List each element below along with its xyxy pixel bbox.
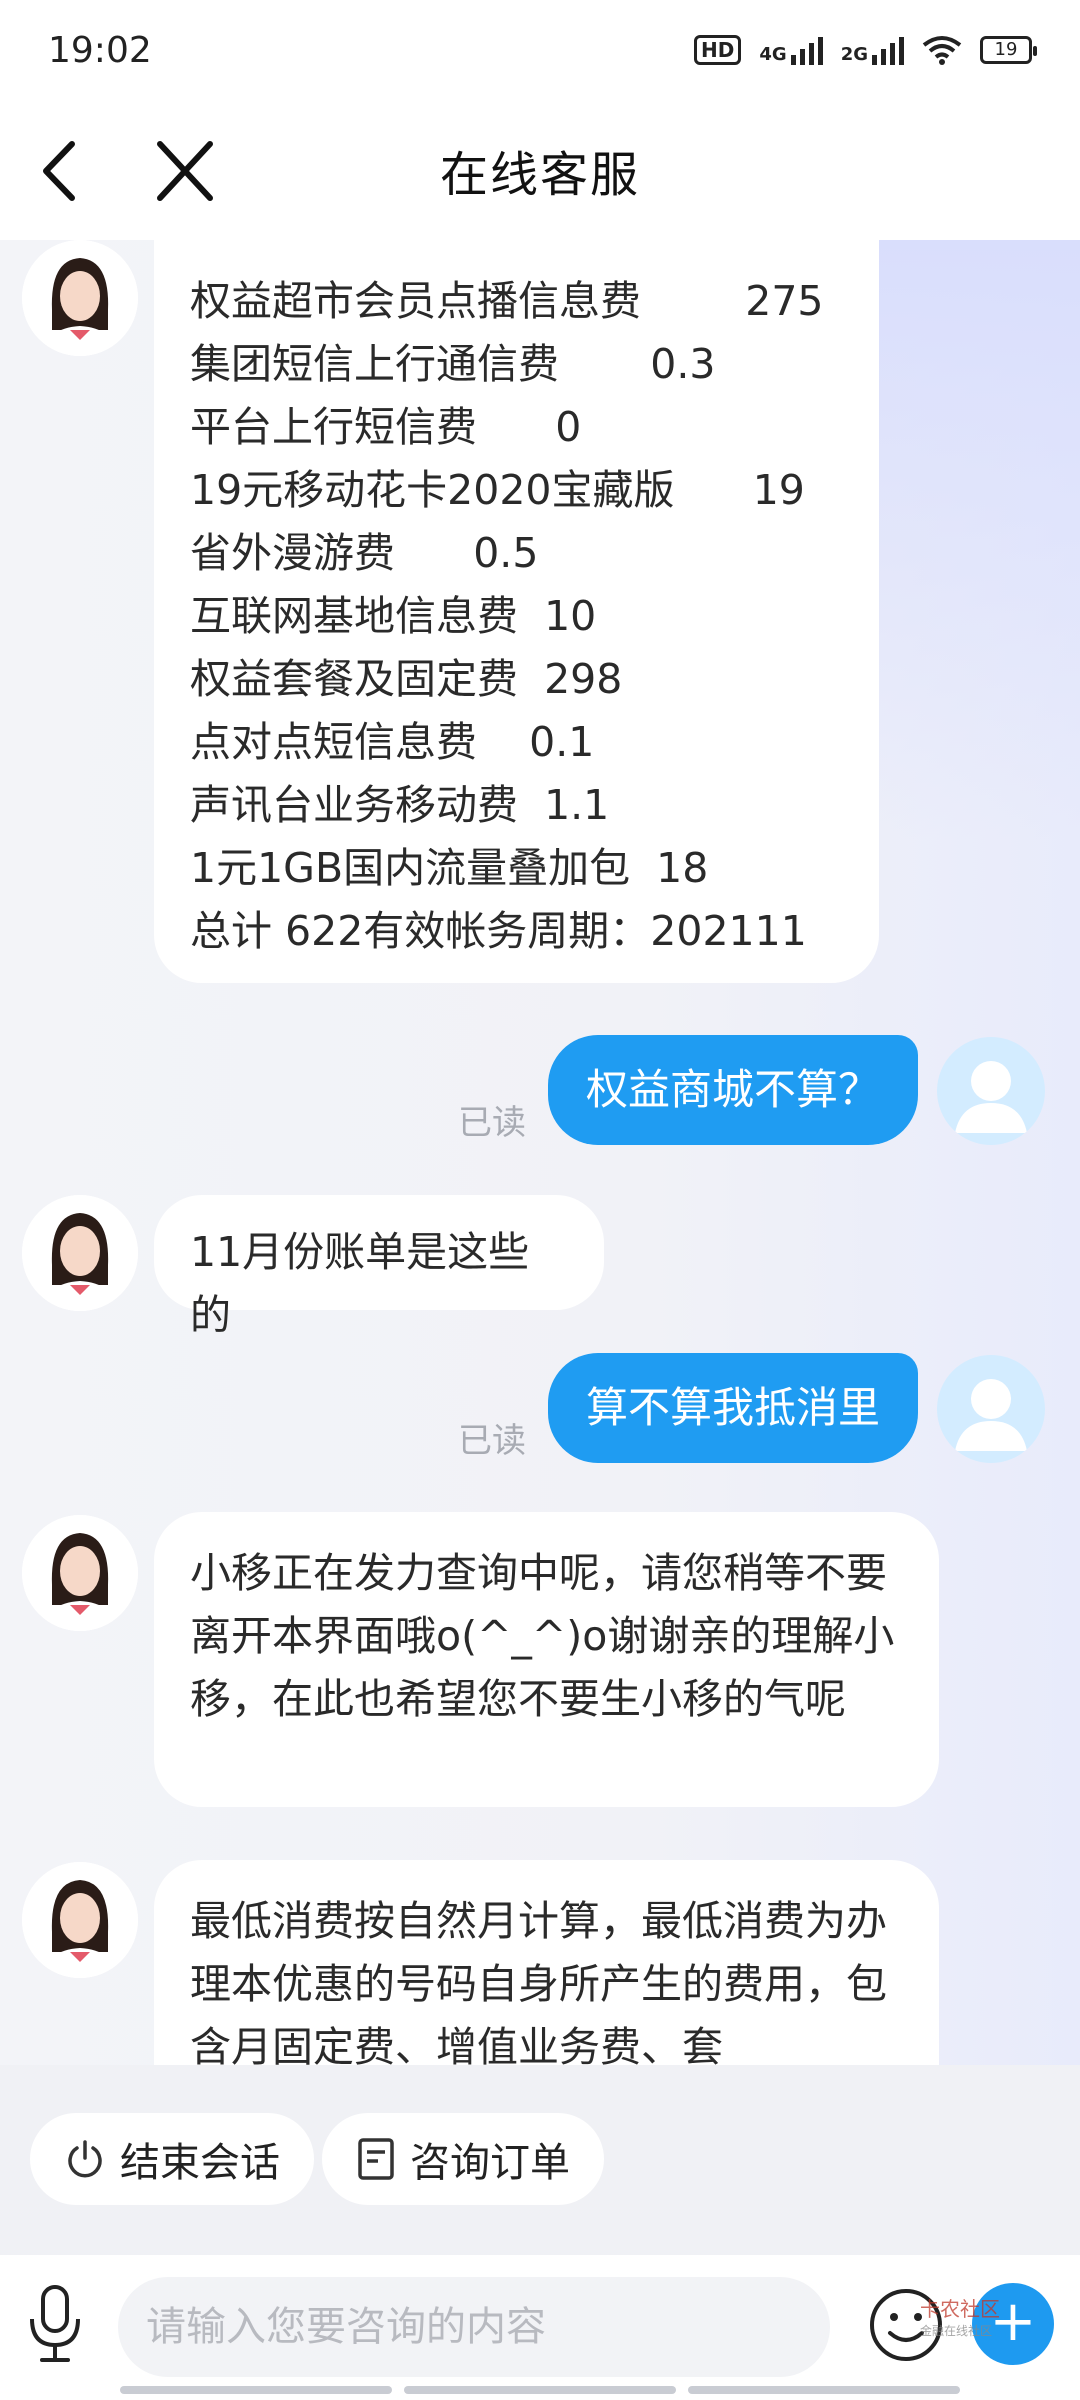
chevron-left-icon[interactable] — [30, 136, 100, 206]
bill-line-item: 点对点短信息费 0.1 — [190, 718, 595, 766]
document-icon — [358, 2138, 394, 2180]
status-bar: 19:02 HD 4G 2G 19 — [0, 0, 1080, 100]
end-chat-button[interactable]: 结束会话 — [30, 2113, 314, 2205]
read-receipt: 已读 — [458, 1103, 526, 1143]
agent-avatar — [22, 240, 138, 356]
network-2g-icon: 2G — [841, 35, 904, 65]
battery-icon: 19 — [980, 36, 1037, 64]
message-input[interactable] — [118, 2277, 830, 2377]
bill-line-item: 权益套餐及固定费 298 — [190, 655, 623, 703]
status-icons: HD 4G 2G 19 — [694, 35, 1037, 65]
power-icon — [68, 2140, 102, 2178]
user-message-bubble: 算不算我抵消里 — [548, 1353, 919, 1463]
agent-message-bubble: 11月份账单是这些的 — [154, 1195, 604, 1339]
bill-line-item: 1元1GB国内流量叠加包 18 — [190, 844, 709, 892]
wifi-icon — [922, 36, 962, 65]
agent-message-bubble: 最低消费按自然月计算，最低消费为办理本优惠的号码自身所产生的费用，包含月固定费、… — [154, 1860, 939, 2065]
order-query-label: 咨询订单 — [410, 2140, 570, 2186]
input-bar: + — [0, 2255, 1080, 2400]
home-indicator — [120, 2386, 960, 2394]
bill-line-item: 总计 622有效帐务周期：202111 — [190, 907, 807, 955]
bill-line-item: 互联网基地信息费 10 — [190, 592, 597, 640]
user-message-bubble: 权益商城不算？ — [548, 1035, 919, 1145]
bill-line-item: 平台上行短信费 0 — [190, 403, 582, 451]
header: 在线客服 — [0, 100, 1080, 240]
read-receipt: 已读 — [458, 1421, 526, 1461]
close-icon[interactable] — [150, 136, 220, 206]
bill-line-item: 省外漫游费 0.5 — [190, 529, 539, 577]
agent-avatar — [22, 1515, 138, 1631]
bill-line-item: 声讯台业务移动费 1.1 — [190, 781, 610, 829]
bill-list: 权益超市会员点播信息费 275 集团短信上行通信费 0.3 平台上行短信费 0 19元… — [190, 270, 843, 963]
agent-message-bubble: 小移正在发力查询中呢，请您稍等不要离开本界面哦o(^_^)o谢谢亲的理解小移，在… — [154, 1512, 939, 1807]
order-query-button[interactable]: 咨询订单 — [322, 2113, 604, 2205]
user-avatar — [937, 1037, 1045, 1145]
microphone-icon[interactable] — [24, 2283, 86, 2365]
user-avatar — [937, 1355, 1045, 1463]
watermark-logo: 卡农社区 金融在线社区 — [920, 2297, 1000, 2338]
bill-line-item: 权益超市会员点播信息费 275 — [190, 277, 824, 325]
end-chat-label: 结束会话 — [120, 2140, 280, 2186]
quick-actions-bar: 结束会话 咨询订单 — [0, 2065, 1080, 2255]
agent-avatar — [22, 1862, 138, 1978]
chat-area[interactable]: 权益超市会员点播信息费 275 集团短信上行通信费 0.3 平台上行短信费 0 19元… — [0, 240, 1080, 2065]
bill-line-item: 集团短信上行通信费 0.3 — [190, 340, 716, 388]
network-4g-icon: 4G — [759, 35, 823, 65]
page-title: 在线客服 — [439, 147, 640, 203]
bill-line-item: 19元移动花卡2020宝藏版 19 — [190, 466, 805, 514]
hd-icon: HD — [694, 35, 742, 65]
agent-bill-bubble: 权益超市会员点播信息费 275 集团短信上行通信费 0.3 平台上行短信费 0 19元… — [154, 240, 879, 983]
status-time: 19:02 — [48, 29, 152, 71]
agent-avatar — [22, 1195, 138, 1311]
